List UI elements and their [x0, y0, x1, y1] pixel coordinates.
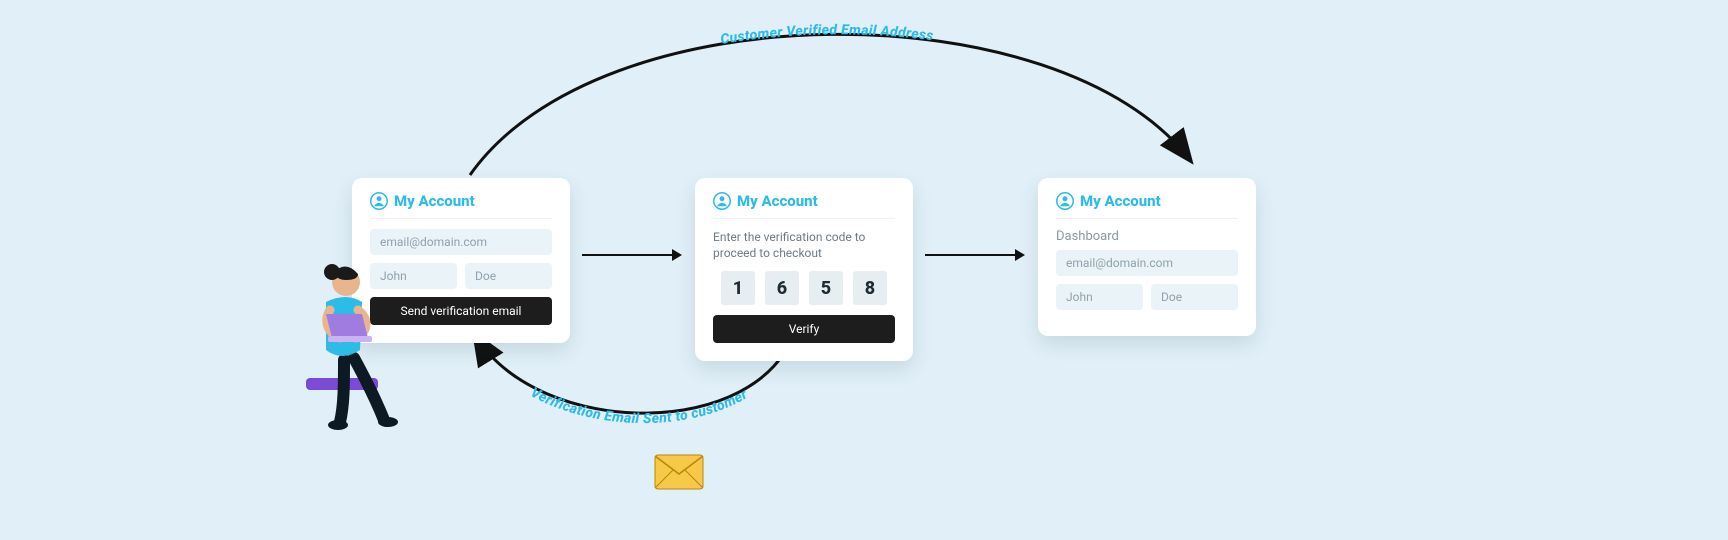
code-digit-1[interactable]: 1 [721, 271, 755, 305]
arrow-step-2-to-3 [925, 254, 1023, 256]
card-header: My Account [713, 192, 895, 219]
code-boxes: 1 6 5 8 [713, 271, 895, 305]
user-icon [1056, 192, 1074, 210]
card-header: My Account [1056, 192, 1238, 219]
code-digit-2[interactable]: 6 [765, 271, 799, 305]
card-title: My Account [737, 192, 818, 210]
dashboard-label: Dashboard [1056, 229, 1238, 244]
verify-button[interactable]: Verify [713, 315, 895, 343]
card-dashboard: My Account Dashboard email@domain.com Jo… [1038, 178, 1256, 336]
label-top-curve: Customer Verified Email Address [719, 22, 934, 48]
card-subtitle: Enter the verification code to proceed t… [713, 229, 895, 261]
email-field: email@domain.com [1056, 250, 1238, 276]
last-name-field[interactable]: Doe [465, 263, 552, 289]
card-verify-code: My Account Enter the verification code t… [695, 178, 913, 361]
arrow-top-curve [470, 34, 1190, 175]
card-header: My Account [370, 192, 552, 219]
card-title: My Account [394, 192, 475, 210]
first-name-field: John [1056, 284, 1143, 310]
person-illustration [296, 250, 406, 430]
code-digit-4[interactable]: 8 [853, 271, 887, 305]
last-name-field: Doe [1151, 284, 1238, 310]
user-icon [370, 192, 388, 210]
user-icon [713, 192, 731, 210]
code-digit-3[interactable]: 5 [809, 271, 843, 305]
arrow-step-1-to-2 [582, 254, 680, 256]
envelope-icon [654, 454, 704, 490]
label-bottom-curve: Verification Email Sent to customer [528, 385, 751, 427]
card-title: My Account [1080, 192, 1161, 210]
